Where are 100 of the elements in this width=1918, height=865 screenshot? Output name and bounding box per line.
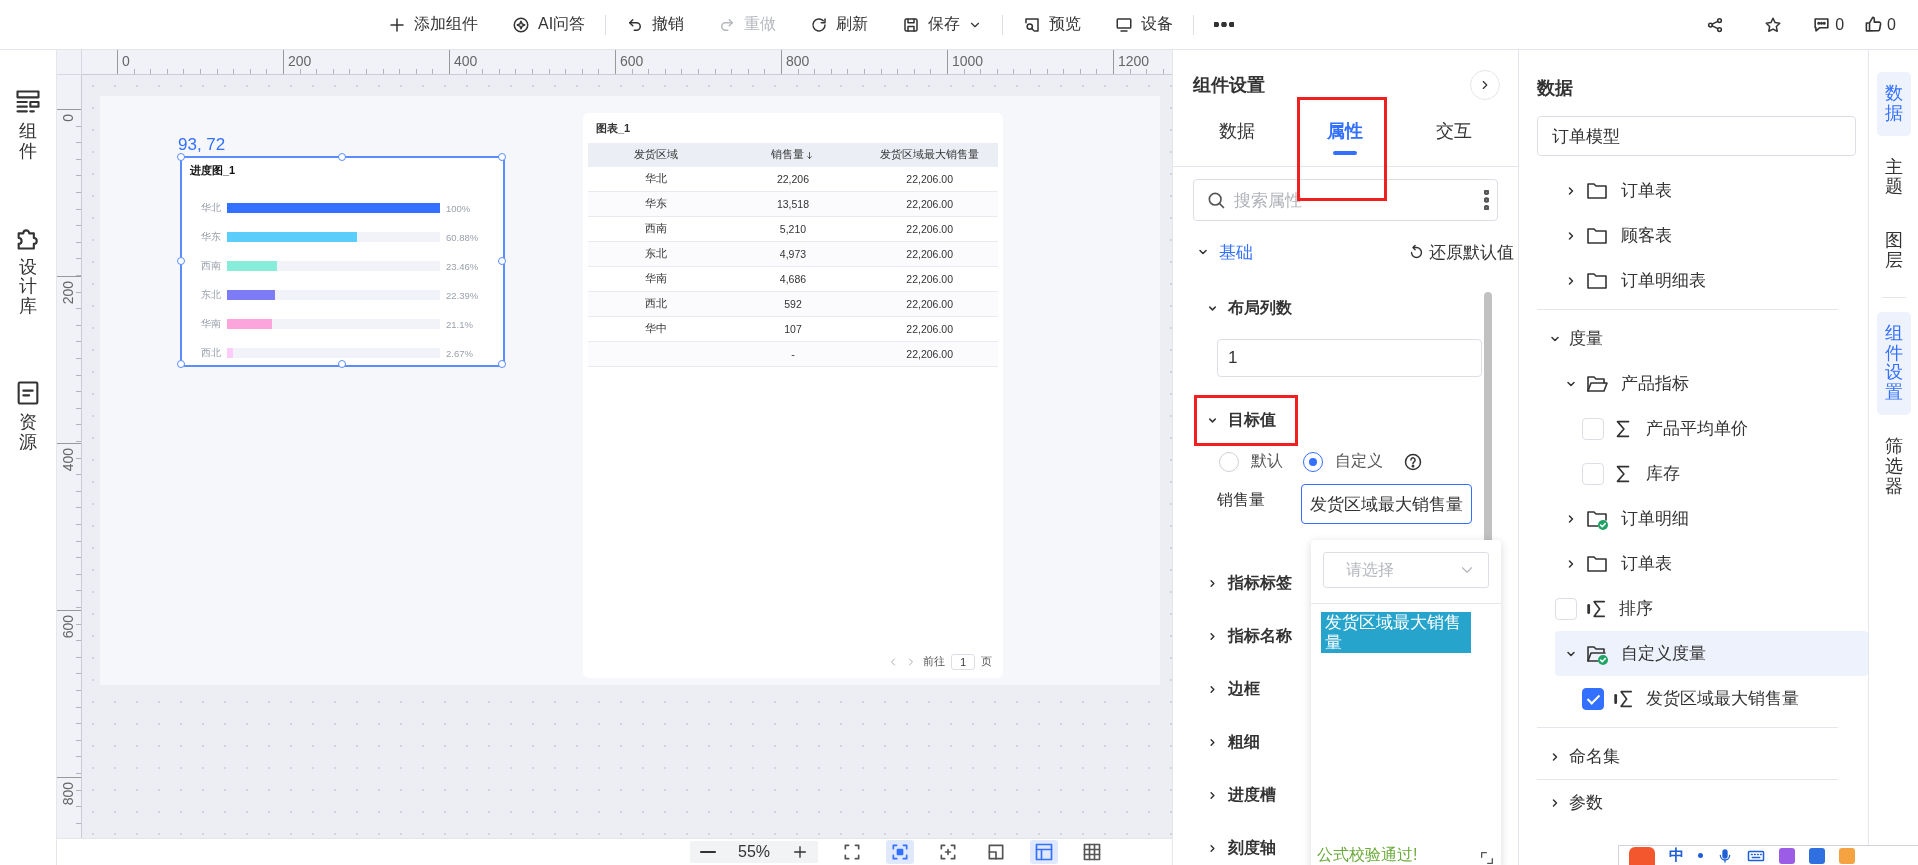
model-select[interactable]: 订单模型 bbox=[1537, 116, 1856, 156]
app-icon[interactable] bbox=[1839, 847, 1855, 864]
tree-item[interactable]: 订单表 bbox=[1519, 541, 1868, 586]
zoom-value: 55% bbox=[738, 843, 771, 861]
column-header[interactable]: 发货区域最大销售量 bbox=[861, 143, 998, 167]
toolbar-button[interactable]: 添加组件 bbox=[378, 8, 488, 41]
tree-item[interactable]: 发货区域最大销售量 bbox=[1519, 676, 1868, 721]
section-header[interactable]: 粗细 bbox=[1197, 729, 1260, 755]
side-tab[interactable]: 主题 bbox=[1876, 145, 1911, 210]
app-icon[interactable] bbox=[1779, 847, 1795, 864]
bar-value: 60.88% bbox=[446, 231, 479, 243]
section-header[interactable]: 进度槽 bbox=[1197, 782, 1276, 808]
side-tab[interactable]: 筛选器 bbox=[1876, 424, 1911, 509]
column-header[interactable]: 销售量 bbox=[724, 143, 862, 167]
ruler-label: 800 bbox=[59, 782, 77, 806]
tree-item[interactable]: 顾客表 bbox=[1519, 213, 1868, 258]
section-header[interactable]: 指标名称 bbox=[1197, 623, 1292, 649]
chevron-right-icon bbox=[1207, 736, 1218, 748]
table-widget[interactable]: 图表_1 发货区域 销售量 发货区域最大销售量 华北 22,206 22,206.00 华东 13,518 22,206.00 西南 5,210 22,206.00 东北 4,973 22,206.00 华南 4,686 22,206.00 西北 592 22,206.00 华中 107 22,206.00 - 22,206.00 前往 1 页 bbox=[583, 113, 1003, 678]
preview-icon bbox=[1023, 15, 1042, 34]
tree-item[interactable]: 产品平均单价 bbox=[1519, 406, 1868, 451]
tree-item[interactable]: 订单明细 bbox=[1519, 496, 1868, 541]
resize-corner-icon bbox=[1479, 850, 1495, 865]
group-header[interactable]: 基础 bbox=[1197, 240, 1253, 264]
grid-icon bbox=[1082, 842, 1103, 862]
tree-group-header[interactable]: 参数 bbox=[1519, 780, 1868, 825]
zoom-control[interactable]: 55% bbox=[690, 841, 819, 863]
section-header[interactable]: 指标标签 bbox=[1197, 570, 1292, 596]
tree-group-header[interactable]: 度量 bbox=[1519, 316, 1868, 361]
input-mode-toggle[interactable]: 中 bbox=[1669, 846, 1684, 865]
punctuation-icon[interactable] bbox=[1698, 853, 1703, 858]
section-header[interactable]: 刻度轴 bbox=[1197, 835, 1276, 861]
rail-item[interactable]: 设计库 bbox=[14, 223, 42, 317]
tree-item[interactable]: 排序 bbox=[1519, 586, 1868, 631]
resize-handle[interactable] bbox=[498, 153, 506, 161]
tree-item[interactable]: 库存 bbox=[1519, 451, 1868, 496]
ruler-label: 800 bbox=[781, 50, 947, 74]
toolbar-button[interactable]: 撤销 bbox=[616, 8, 695, 41]
side-tab[interactable]: 图层 bbox=[1876, 219, 1911, 283]
like-button[interactable]: 0 bbox=[1864, 9, 1896, 40]
tab[interactable]: 交互 bbox=[1435, 111, 1472, 155]
canvas-tool-button[interactable] bbox=[886, 840, 915, 864]
section-header[interactable]: 边框 bbox=[1197, 676, 1260, 702]
bar-value: 21.1% bbox=[446, 318, 473, 330]
ruler-label: 200 bbox=[59, 281, 77, 305]
resize-handle[interactable] bbox=[177, 153, 185, 161]
table-cell: 华中 bbox=[588, 316, 725, 342]
input-method-logo[interactable] bbox=[1629, 846, 1655, 865]
tree-item[interactable]: 产品指标 bbox=[1519, 361, 1868, 406]
resize-handle[interactable] bbox=[177, 360, 185, 368]
side-tab[interactable]: 组件设置 bbox=[1876, 311, 1911, 415]
app-icon[interactable] bbox=[1809, 847, 1825, 864]
section-header[interactable]: 目标值 bbox=[1197, 407, 1276, 433]
table-cell: 22,206.00 bbox=[861, 191, 998, 217]
tree-item[interactable]: 自定义度量 bbox=[1555, 631, 1868, 676]
resize-handle[interactable] bbox=[498, 256, 506, 265]
tree-item[interactable]: 订单明细表 bbox=[1519, 258, 1868, 303]
side-tab[interactable]: 数据 bbox=[1876, 72, 1911, 136]
reset-button[interactable]: 还原默认值 bbox=[1408, 240, 1514, 264]
radio-option[interactable]: 默认 bbox=[1219, 451, 1283, 472]
ruler-label: 400 bbox=[449, 50, 615, 74]
toolbar-button[interactable]: 预览 bbox=[1013, 8, 1092, 41]
rail-item[interactable]: 组件 bbox=[14, 88, 42, 162]
canvas-tool-button[interactable] bbox=[1030, 840, 1059, 864]
table-cell: 西南 bbox=[588, 216, 725, 242]
value-field[interactable]: 发货区域最大销售量 bbox=[1301, 484, 1472, 524]
checkbox[interactable] bbox=[1582, 687, 1604, 710]
bar-label: 西北 bbox=[200, 346, 221, 360]
tree-item[interactable]: 订单表 bbox=[1519, 168, 1868, 213]
bar-value: 100% bbox=[446, 202, 471, 214]
toolbar-button[interactable]: 设备 bbox=[1105, 8, 1184, 41]
bar-label: 华北 bbox=[200, 201, 221, 215]
reset-icon bbox=[1408, 243, 1425, 261]
resize-handle[interactable] bbox=[498, 360, 506, 368]
resize-handle[interactable] bbox=[177, 256, 185, 265]
rail-item[interactable]: 资源 bbox=[14, 379, 42, 453]
bar-value: 2.67% bbox=[446, 347, 473, 359]
column-header[interactable]: 发货区域 bbox=[588, 143, 725, 167]
table-cell: 22,206.00 bbox=[861, 316, 998, 342]
progress-chart-widget[interactable]: 进度图_1 华北 100% 华东 60.88% 西南 23.46% 东北 22.39% 华南 21.1% 西北 2.67% bbox=[180, 156, 505, 367]
resize-handle[interactable] bbox=[337, 153, 346, 161]
input-field[interactable]: 1 bbox=[1217, 339, 1482, 377]
tab[interactable]: 属性 bbox=[1327, 111, 1364, 155]
page-input[interactable]: 1 bbox=[951, 654, 975, 670]
table-cell: 4,973 bbox=[724, 241, 862, 267]
star-icon bbox=[1764, 15, 1783, 34]
table-cell: 22,206.00 bbox=[861, 341, 998, 367]
section-header[interactable]: 布局列数 bbox=[1197, 295, 1292, 321]
ruler-label: 1000 bbox=[947, 50, 1113, 74]
toolbar-button[interactable]: 保存 bbox=[892, 8, 993, 41]
radio-option[interactable]: 自定义 bbox=[1303, 451, 1383, 472]
search-icon bbox=[1206, 190, 1226, 210]
toolbar-button[interactable]: 刷新 bbox=[800, 8, 879, 41]
comment-button[interactable]: 0 bbox=[1812, 9, 1845, 40]
toolbar-button[interactable]: AI问答 bbox=[502, 8, 596, 41]
panel-title: 数据 bbox=[1536, 77, 1574, 100]
table-cell: 592 bbox=[724, 291, 862, 317]
tab[interactable]: 数据 bbox=[1219, 111, 1256, 155]
resize-handle[interactable] bbox=[337, 360, 346, 368]
tree-group-header[interactable]: 命名集 bbox=[1519, 734, 1868, 779]
